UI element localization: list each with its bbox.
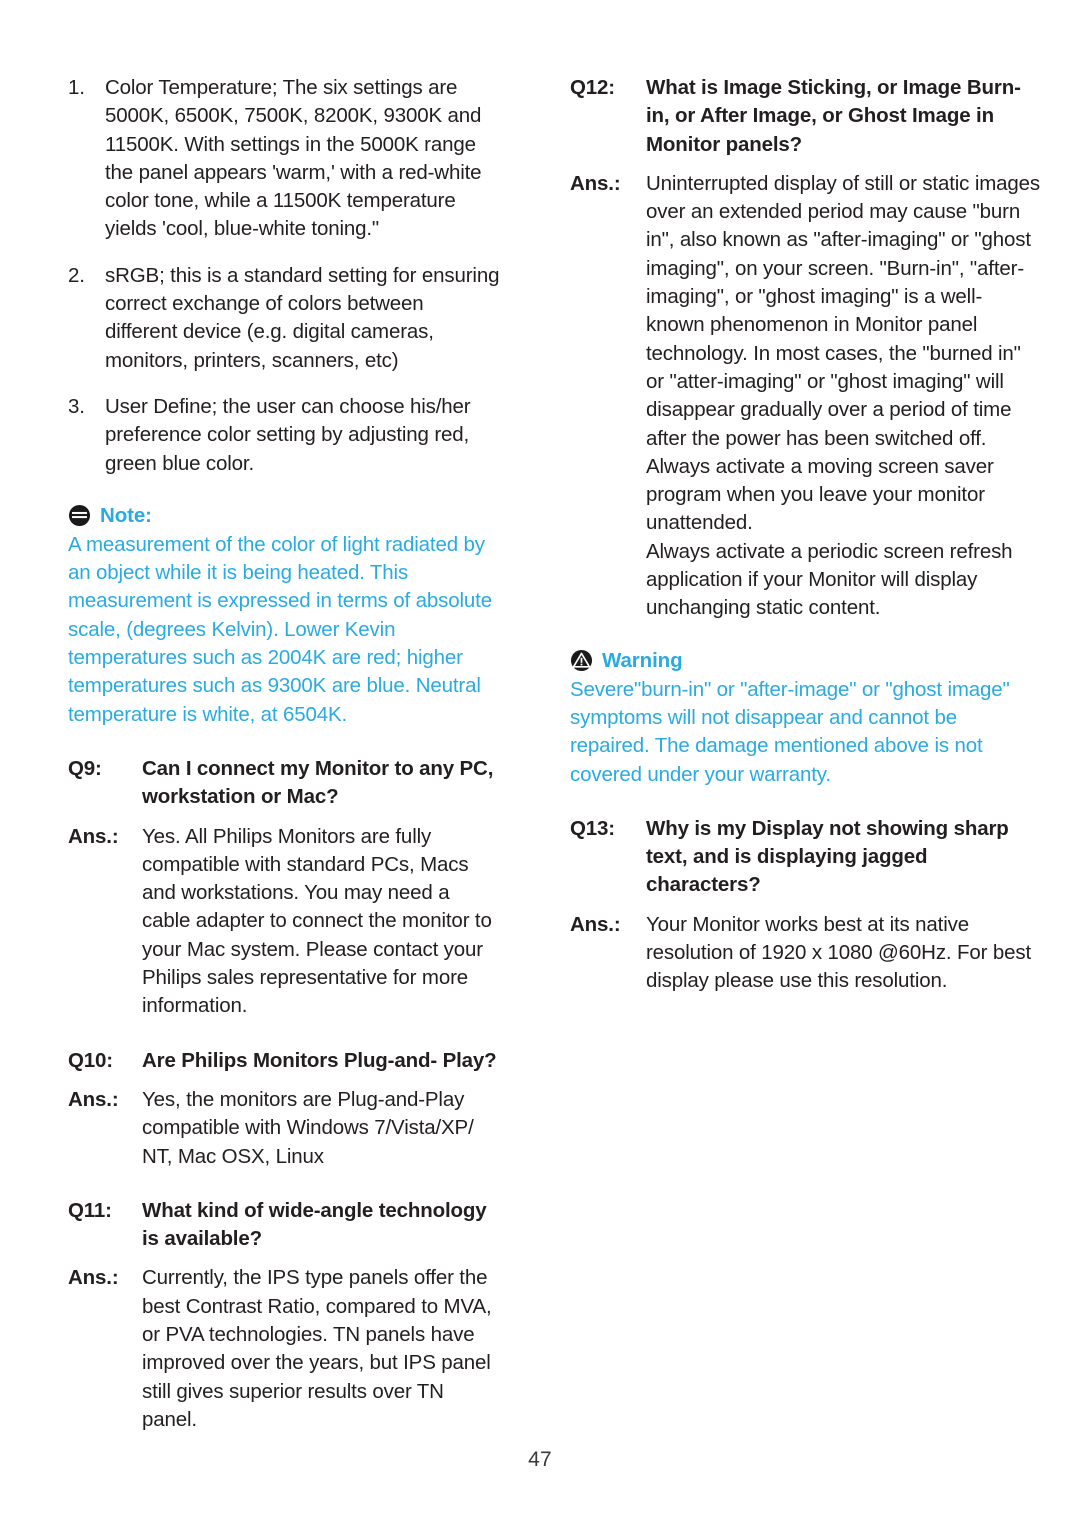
note-title: Note: [100, 503, 152, 527]
question-text: Can I connect my Monitor to any PC, work… [142, 756, 494, 809]
answer-text: Uninterrupted display of still or static… [646, 170, 1040, 623]
list-item: 1. Color Temperature; The six settings a… [68, 74, 500, 244]
answer-paragraph: Always activate a periodic screen refres… [646, 539, 1013, 620]
question-block-q9: Q9: Can I connect my Monitor to any PC, … [68, 755, 500, 812]
list-item-text: Color Temperature; The six settings are … [105, 76, 482, 241]
answer-label: Ans.: [68, 1266, 119, 1290]
warning-callout-header: Warning [570, 649, 1040, 673]
question-block-q11: Q11: What kind of wide-angle technology … [68, 1197, 500, 1254]
question-block-q10: Q10: Are Philips Monitors Plug-and- Play… [68, 1047, 500, 1075]
note-callout: Note: A measurement of the color of ligh… [68, 504, 500, 729]
answer-block-q11: Ans.: Currently, the IPS type panels off… [68, 1264, 500, 1434]
question-label: Q13: [570, 816, 615, 840]
warning-body: Severe"burn-in" or "after-image" or "gho… [570, 677, 1010, 786]
list-item-text: User Define; the user can choose his/her… [105, 394, 471, 475]
question-block-q12: Q12: What is Image Sticking, or Image Bu… [570, 74, 1040, 159]
right-column: Q12: What is Image Sticking, or Image Bu… [540, 0, 1080, 1434]
list-item-text: sRGB; this is a standard setting for ens… [105, 263, 500, 372]
answer-block-q13: Ans.: Your Monitor works best at its nat… [570, 911, 1040, 996]
question-text: Are Philips Monitors Plug-and- Play? [142, 1048, 497, 1072]
left-column: 1. Color Temperature; The six settings a… [0, 0, 540, 1434]
question-text: What kind of wide-angle technology is av… [142, 1198, 487, 1251]
question-text: What is Image Sticking, or Image Burn-in… [646, 76, 1021, 156]
list-item-number: 3. [68, 394, 85, 418]
list-item-number: 1. [68, 76, 85, 99]
warning-title: Warning [602, 648, 683, 672]
answer-paragraph: Uninterrupted display of still or static… [646, 171, 1041, 450]
list-item: 2. sRGB; this is a standard setting for … [68, 262, 500, 375]
answer-block-q10: Ans.: Yes, the monitors are Plug-and-Pla… [68, 1086, 500, 1171]
question-label: Q9: [68, 756, 102, 780]
answer-paragraph: Always activate a moving screen saver pr… [646, 454, 994, 535]
answer-text: Currently, the IPS type panels offer the… [142, 1266, 492, 1431]
answer-block-q9: Ans.: Yes. All Philips Monitors are full… [68, 823, 500, 1021]
two-column-layout: 1. Color Temperature; The six settings a… [0, 0, 1080, 1434]
question-text: Why is my Display not showing sharp text… [646, 816, 1009, 897]
answer-label: Ans.: [68, 824, 119, 848]
note-icon [68, 505, 91, 527]
answer-label: Ans.: [570, 171, 621, 195]
question-label: Q11: [68, 1198, 112, 1222]
list-item-number: 2. [68, 263, 85, 287]
answer-text: Yes. All Philips Monitors are fully comp… [142, 824, 492, 1018]
document-page: 1. Color Temperature; The six settings a… [0, 0, 1080, 1532]
answer-text: Your Monitor works best at its native re… [646, 912, 1032, 993]
note-body: A measurement of the color of light radi… [68, 532, 492, 726]
numbered-list: 1. Color Temperature; The six settings a… [68, 74, 500, 478]
page-number: 47 [528, 1448, 552, 1471]
question-label: Q10: [68, 1048, 113, 1072]
answer-label: Ans.: [68, 1087, 119, 1111]
question-label: Q12: [570, 76, 615, 99]
answer-text: Yes, the monitors are Plug-and-Play comp… [142, 1087, 474, 1168]
list-item: 3. User Define; the user can choose his/… [68, 393, 500, 478]
answer-block-q12: Ans.: Uninterrupted display of still or … [570, 170, 1040, 623]
question-block-q13: Q13: Why is my Display not showing sharp… [570, 815, 1040, 900]
note-callout-header: Note: [68, 504, 500, 528]
warning-icon [570, 650, 593, 672]
answer-label: Ans.: [570, 912, 621, 936]
warning-callout: Warning Severe"burn-in" or "after-image"… [570, 649, 1040, 789]
